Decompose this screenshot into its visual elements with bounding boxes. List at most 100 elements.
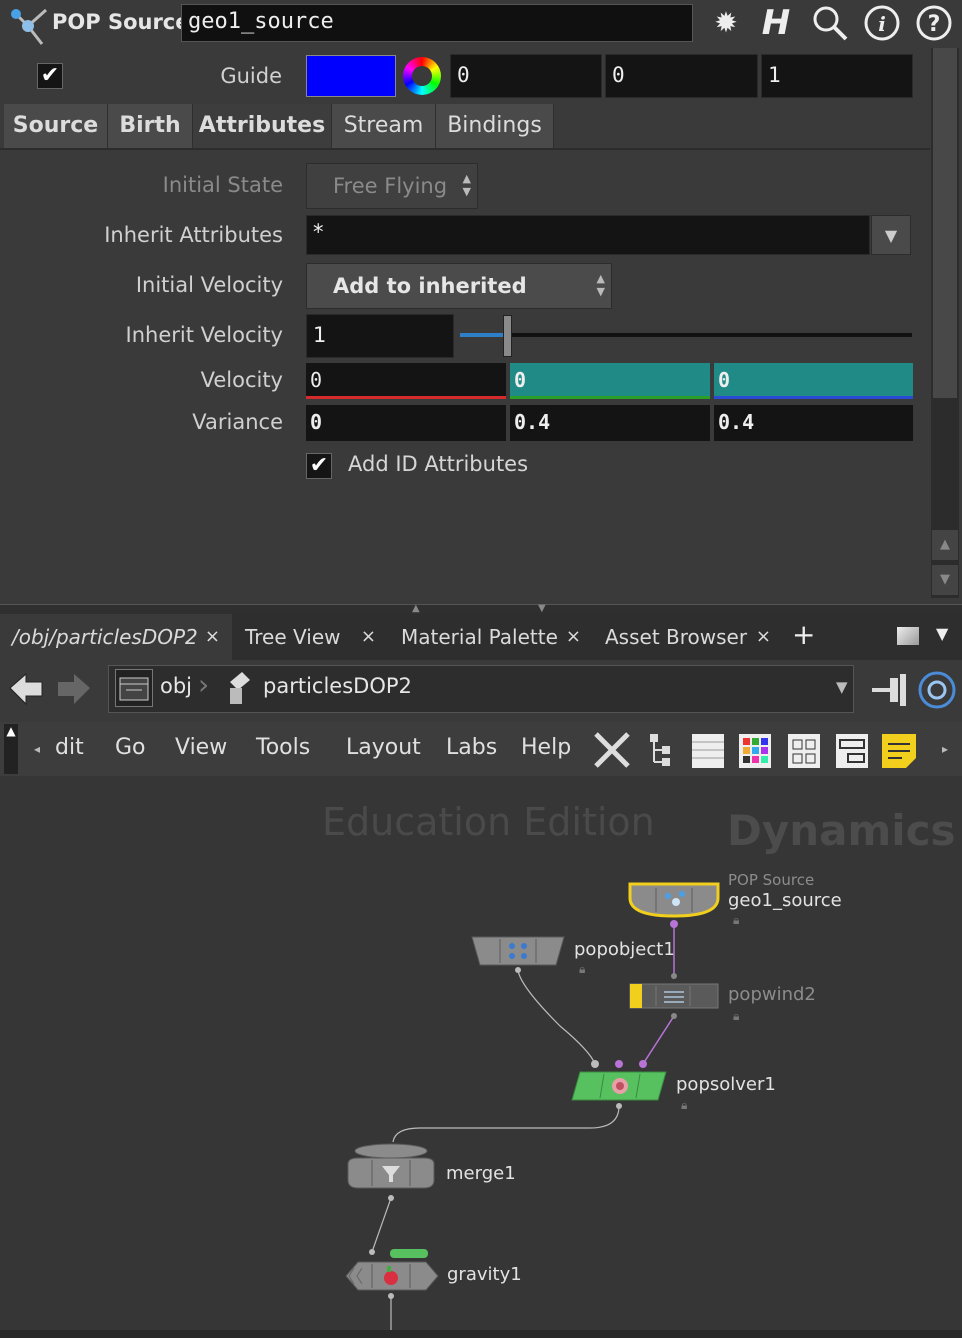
menu-scroll-left-icon[interactable]: ◂	[34, 742, 40, 756]
guide-color-b-field[interactable]: 1	[761, 54, 913, 98]
tab-source[interactable]: Source	[4, 104, 108, 148]
menu-layout[interactable]: Layout	[346, 735, 421, 760]
inherit-attributes-label: Inherit Attributes	[104, 223, 283, 247]
pin-icon[interactable]	[868, 670, 912, 710]
node-name-label: popobject1	[574, 939, 675, 960]
path-dropdown-icon[interactable]: ▼	[836, 678, 848, 696]
menu-go[interactable]: Go	[115, 735, 146, 760]
velocity-y-field[interactable]: 0	[510, 363, 710, 399]
tab-label: /obj/particlesDOP2	[12, 625, 198, 649]
add-id-checkbox[interactable]: ✔	[306, 453, 332, 479]
lock-icon: 🔒︎	[733, 913, 740, 927]
menu-tools[interactable]: Tools	[256, 735, 310, 760]
node-name-label: merge1	[446, 1163, 516, 1184]
close-icon[interactable]: ×	[205, 614, 220, 660]
add-tab-icon[interactable]: +	[792, 618, 815, 651]
initial-velocity-label: Initial Velocity	[135, 273, 283, 297]
color-wheel-icon[interactable]	[403, 57, 441, 95]
node-name-label: gravity1	[447, 1264, 522, 1285]
inherit-velocity-slider-track[interactable]	[460, 333, 912, 337]
color-palette-icon[interactable]	[737, 730, 775, 770]
initial-velocity-menu[interactable]: Add to inherited velocity ▲▼	[306, 263, 612, 342]
node-name-field[interactable]: geo1_source	[181, 4, 693, 42]
variance-z-field[interactable]: 0.4	[714, 405, 913, 441]
path-node-label[interactable]: particlesDOP2	[263, 674, 412, 698]
forward-arrow-icon[interactable]	[54, 670, 94, 710]
back-arrow-icon[interactable]	[6, 670, 46, 710]
network-box-icon[interactable]	[834, 730, 872, 770]
tab-tree-view[interactable]: Tree View ×	[233, 614, 388, 660]
menu-toggle-icon[interactable]: ▲	[4, 724, 18, 774]
obj-context-icon	[115, 669, 153, 707]
node-name-label: popsolver1	[676, 1074, 776, 1095]
node-popobject1[interactable]	[470, 935, 566, 967]
link-network-icon[interactable]	[916, 669, 958, 711]
pane-tab-bar: /obj/particlesDOP2 × Tree View × Materia…	[0, 614, 962, 660]
initial-state-label: Initial State	[162, 173, 283, 197]
tab-attributes[interactable]: Attributes	[193, 104, 332, 148]
add-id-label: Add ID Attributes	[348, 452, 529, 476]
node-gravity1[interactable]	[342, 1246, 440, 1292]
tab-label: Tree View	[245, 625, 341, 649]
gear-icon[interactable]: ✹	[706, 3, 746, 43]
variance-y-field[interactable]: 0.4	[510, 405, 710, 441]
houdini-help-icon[interactable]: H	[756, 3, 796, 43]
guide-color-g-field[interactable]: 0	[605, 54, 758, 98]
node-popsolver1[interactable]	[570, 1070, 670, 1102]
node-name-label: geo1_source	[728, 890, 842, 911]
collapse-down-icon[interactable]: ▼	[538, 603, 546, 614]
guide-label: Guide	[220, 64, 282, 88]
tab-network-path[interactable]: /obj/particlesDOP2 ×	[0, 614, 232, 660]
close-icon[interactable]: ×	[361, 614, 376, 660]
guide-color-r-field[interactable]: 0	[450, 54, 602, 98]
help-icon[interactable]: ?	[914, 3, 954, 43]
maximize-pane-icon[interactable]	[897, 627, 919, 645]
inherit-attributes-field[interactable]: *	[306, 215, 870, 255]
menu-edit[interactable]: dit	[55, 735, 84, 760]
dop-network-icon	[230, 672, 250, 704]
menu-view[interactable]: View	[175, 735, 227, 760]
info-icon[interactable]: i	[862, 3, 902, 43]
tab-asset-browser[interactable]: Asset Browser ×	[593, 614, 783, 660]
inherit-velocity-slider-handle[interactable]	[503, 315, 512, 357]
tab-bindings[interactable]: Bindings	[436, 104, 554, 148]
path-breadcrumb[interactable]	[108, 665, 854, 713]
collapse-up-icon[interactable]: ▲	[412, 603, 420, 614]
guide-color-swatch[interactable]	[306, 55, 396, 97]
pane-menu-icon[interactable]: ▼	[936, 624, 948, 643]
tab-material-palette[interactable]: Material Palette ×	[389, 614, 593, 660]
guide-checkbox[interactable]: ✔	[37, 63, 63, 89]
variance-x-field[interactable]: 0	[306, 405, 506, 441]
shape-palette-icon[interactable]	[786, 730, 824, 770]
network-wires	[369, 920, 678, 1331]
list-view-icon[interactable]	[690, 730, 728, 770]
menu-labs[interactable]: Labs	[446, 735, 497, 760]
inherit-velocity-label: Inherit Velocity	[125, 323, 284, 347]
initial-state-menu[interactable]: Free Flying ▲ ▼	[306, 163, 478, 209]
close-icon[interactable]: ×	[756, 614, 771, 660]
node-geo1-source[interactable]	[626, 880, 722, 920]
tab-label: Material Palette	[401, 625, 558, 649]
node-merge1[interactable]	[342, 1142, 440, 1190]
search-icon[interactable]	[810, 3, 850, 43]
svg-text:i: i	[878, 12, 886, 36]
scroll-down-icon[interactable]: ▼	[932, 565, 958, 595]
scrollbar-thumb[interactable]	[933, 48, 957, 398]
chevron-down-icon[interactable]: ▼	[871, 215, 911, 255]
node-popwind2[interactable]	[628, 982, 720, 1010]
scroll-up-icon[interactable]: ▲	[932, 530, 958, 560]
tab-stream[interactable]: Stream	[332, 104, 436, 148]
menu-help[interactable]: Help	[521, 735, 571, 760]
sticky-note-icon[interactable]	[880, 730, 920, 770]
inherit-velocity-field[interactable]: 1	[306, 314, 454, 358]
tools-icon[interactable]	[590, 728, 634, 772]
velocity-x-field[interactable]: 0	[306, 363, 506, 399]
menu-scroll-right-icon[interactable]: ▸	[942, 742, 948, 756]
tabs-divider	[0, 148, 930, 150]
tab-birth[interactable]: Birth	[108, 104, 193, 148]
tree-layout-icon[interactable]	[644, 730, 678, 770]
velocity-z-field[interactable]: 0	[714, 363, 913, 399]
velocity-label: Velocity	[200, 368, 283, 392]
close-icon[interactable]: ×	[566, 614, 581, 660]
path-obj-label[interactable]: obj	[160, 674, 192, 698]
